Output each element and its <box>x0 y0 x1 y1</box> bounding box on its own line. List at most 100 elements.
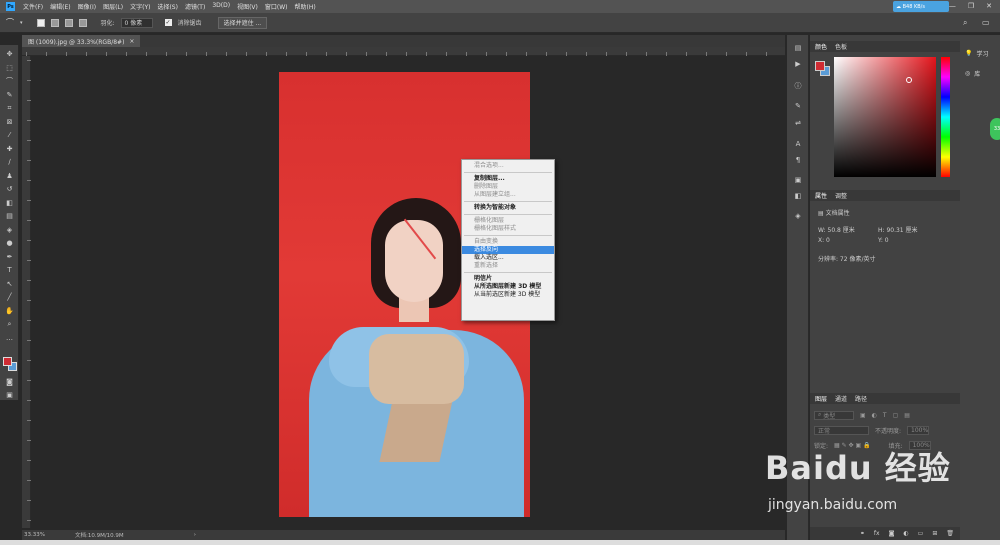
adjust-icon[interactable]: ⇌ <box>793 118 803 128</box>
context-menu-item[interactable]: 删除图层 <box>462 183 554 191</box>
tab-properties[interactable]: 属性 <box>815 191 827 200</box>
filter-adjust-icon[interactable]: ◐ <box>872 412 877 419</box>
eraser-icon[interactable]: ◧ <box>4 198 15 208</box>
subtract-selection-icon[interactable] <box>64 18 73 27</box>
zoom-tool-icon[interactable]: ⌕ <box>4 319 15 329</box>
tab-channels[interactable]: 通道 <box>835 394 847 403</box>
type-tool-icon[interactable]: T <box>4 265 15 275</box>
paragraph-icon[interactable]: ¶ <box>793 155 803 165</box>
frame-tool-icon[interactable]: ⊠ <box>4 117 15 127</box>
hue-slider[interactable] <box>941 57 950 177</box>
tab-layers[interactable]: 图层 <box>815 394 827 403</box>
quick-select-icon[interactable]: ✎ <box>4 90 15 100</box>
tab-color[interactable]: 颜色 <box>815 42 827 51</box>
tab-swatches[interactable]: 色板 <box>835 42 847 51</box>
toolbar-foreground-swatch[interactable] <box>3 357 12 366</box>
adjustment-icon[interactable]: ◐ <box>903 530 908 537</box>
menu-item[interactable]: 编辑(E) <box>50 2 70 11</box>
close-icon[interactable]: ✕ <box>986 2 992 10</box>
maximize-icon[interactable]: ❐ <box>968 2 974 10</box>
stamp-icon[interactable]: ♟ <box>4 171 15 181</box>
layer-kind-select[interactable]: ⌕ 类型 <box>814 410 854 420</box>
prop-w[interactable]: W: 50.8 厘米 <box>818 225 855 234</box>
lasso-icon[interactable]: ⌒ <box>6 17 14 28</box>
glyphs-icon[interactable]: ▣ <box>793 175 803 185</box>
menu-item[interactable]: 选择(S) <box>157 2 178 11</box>
color-picker-field[interactable] <box>834 57 936 177</box>
brush-icon[interactable]: ∕ <box>4 157 15 167</box>
menu-item[interactable]: 3D(D) <box>212 2 230 11</box>
screen-mode-icon[interactable]: ▣ <box>4 390 15 400</box>
menu-item[interactable]: 文字(Y) <box>130 2 150 11</box>
history-brush-icon[interactable]: ↺ <box>4 184 15 194</box>
tab-adjustments[interactable]: 调整 <box>835 191 847 200</box>
prop-x[interactable]: X: 0 <box>818 237 830 244</box>
more-tools-icon[interactable]: … <box>4 333 15 343</box>
prop-h[interactable]: H: 90.31 厘米 <box>878 225 918 234</box>
context-menu-item[interactable]: 复制图层... <box>462 175 554 183</box>
menu-item[interactable]: 窗口(W) <box>265 2 288 11</box>
shape-tool-icon[interactable]: ╱ <box>4 292 15 302</box>
opacity-input[interactable]: 100% <box>907 425 930 435</box>
dodge-icon[interactable]: ● <box>4 238 15 248</box>
trash-icon[interactable]: 🗑 <box>946 530 954 537</box>
prop-y[interactable]: Y: 0 <box>878 237 889 244</box>
workspace-icon[interactable]: ▭ <box>982 18 990 27</box>
zoom-level[interactable]: 33.33% <box>24 532 45 538</box>
menu-item[interactable]: 图层(L) <box>103 2 123 11</box>
context-menu-item[interactable]: 明信片 <box>462 275 554 283</box>
search-icon[interactable]: ⌕ <box>963 18 967 28</box>
status-arrow-icon[interactable]: › <box>194 532 196 538</box>
quick-mask-icon[interactable]: ◙ <box>4 377 15 387</box>
close-tab-icon[interactable]: × <box>129 38 134 45</box>
new-layer-icon[interactable]: ⊞ <box>932 530 937 537</box>
pen-icon[interactable]: ✒ <box>4 252 15 262</box>
marquee-tool-icon[interactable]: ⬚ <box>4 63 15 73</box>
healing-icon[interactable]: ✚ <box>4 144 15 154</box>
blur-icon[interactable]: ◈ <box>4 225 15 235</box>
3d-icon[interactable]: ◈ <box>793 211 803 221</box>
menu-item[interactable]: 文件(F) <box>23 2 43 11</box>
blend-mode-select[interactable]: 正常 <box>814 425 869 435</box>
menu-item[interactable]: 滤镜(T) <box>185 2 205 11</box>
context-menu-item[interactable]: 从当前选区新建 3D 模型 <box>462 291 554 299</box>
menu-item[interactable]: 帮助(H) <box>295 2 316 11</box>
info-icon[interactable]: ⓘ <box>793 81 803 91</box>
folder-icon[interactable]: ▭ <box>918 530 924 537</box>
foreground-color-swatch[interactable] <box>815 61 825 71</box>
library-button[interactable]: ◎ 库 <box>965 69 980 78</box>
character-icon[interactable]: A <box>793 139 803 149</box>
brush-settings-icon[interactable]: ✎ <box>793 101 803 111</box>
menu-item[interactable]: 视图(V) <box>237 2 258 11</box>
move-tool-icon[interactable]: ✥ <box>4 49 15 59</box>
crop-tool-icon[interactable]: ⌗ <box>4 103 15 113</box>
menu-item[interactable]: 图像(I) <box>78 2 96 11</box>
add-selection-icon[interactable] <box>50 18 59 27</box>
eyedropper-icon[interactable]: ⁄ <box>4 130 15 140</box>
context-menu-item[interactable]: 栅格化图层样式 <box>462 225 554 233</box>
filter-type-icon[interactable]: T <box>883 412 887 419</box>
fx-icon[interactable]: fx <box>874 530 880 537</box>
intersect-selection-icon[interactable] <box>78 18 87 27</box>
context-menu-item[interactable]: 载入选区... <box>462 254 554 262</box>
context-menu-item[interactable]: 重新选择 <box>462 262 554 270</box>
gradient-icon[interactable]: ▤ <box>4 211 15 221</box>
path-select-icon[interactable]: ↖ <box>4 279 15 289</box>
new-selection-icon[interactable] <box>36 18 45 27</box>
actions-play-icon[interactable]: ▶ <box>793 59 803 69</box>
hand-tool-icon[interactable]: ✋ <box>4 306 15 316</box>
chevron-down-icon[interactable]: ▾ <box>20 20 23 26</box>
floating-badge[interactable]: 33 <box>990 118 1000 140</box>
mask-icon[interactable]: ◙ <box>889 530 895 537</box>
filter-shape-icon[interactable]: ▢ <box>893 412 899 419</box>
context-menu-item[interactable]: 选择反向 <box>462 246 554 254</box>
context-menu-item[interactable]: 从所选图层新建 3D 模型 <box>462 283 554 291</box>
tab-paths[interactable]: 路径 <box>855 394 867 403</box>
antialias-checkbox[interactable]: ✓ <box>164 19 172 26</box>
context-menu-item[interactable]: 栅格化图层 <box>462 217 554 225</box>
context-menu-item[interactable]: 从图层建立组... <box>462 191 554 199</box>
context-menu-item[interactable]: 自由变换 <box>462 238 554 246</box>
minimize-icon[interactable]: — <box>949 2 956 10</box>
learn-button[interactable]: 💡 学习 <box>965 49 989 58</box>
select-and-mask-button[interactable]: 选择并遮住 ... <box>217 16 268 29</box>
